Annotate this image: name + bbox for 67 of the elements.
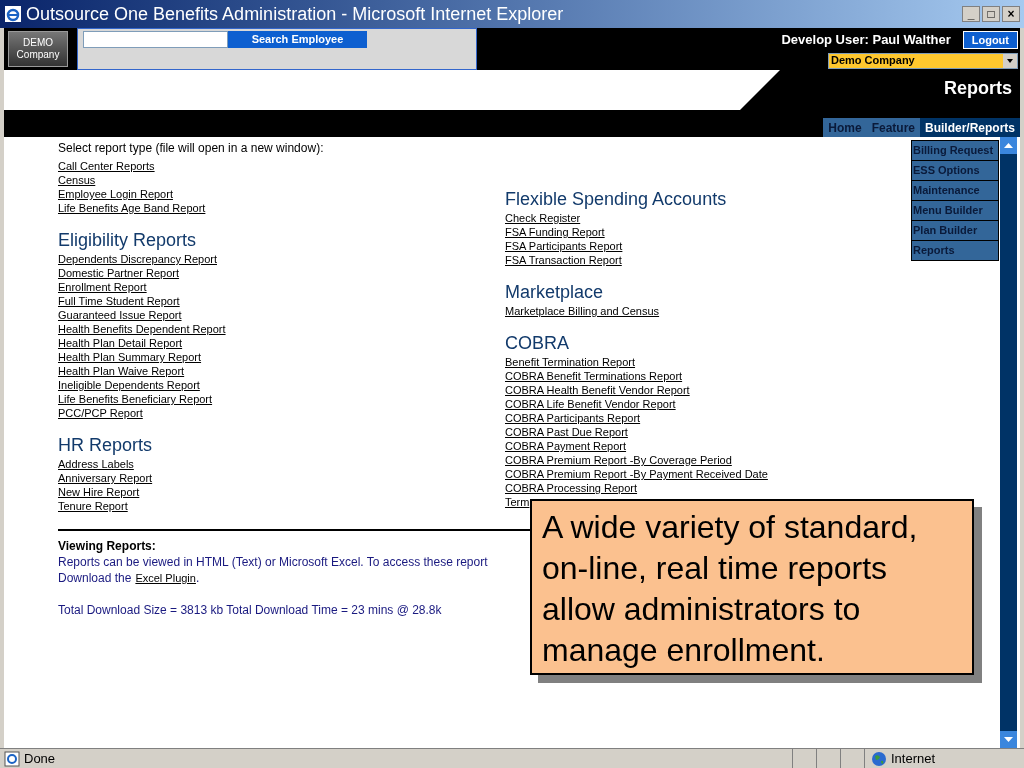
report-link[interactable]: Domestic Partner Report	[58, 266, 180, 280]
report-link[interactable]: FSA Funding Report	[505, 225, 605, 239]
report-link[interactable]: Life Benefits Age Band Report	[58, 201, 206, 215]
company-select[interactable]: Demo Company	[828, 52, 1018, 69]
nav-tab[interactable]: Builder/Reports	[920, 118, 1020, 137]
report-link[interactable]: Anniversary Report	[58, 471, 153, 485]
report-link[interactable]: COBRA Processing Report	[505, 481, 638, 495]
browser-icon	[4, 5, 22, 23]
report-link[interactable]: Health Plan Summary Report	[58, 350, 202, 364]
viewing-heading: Viewing Reports:	[58, 539, 157, 554]
report-link[interactable]: COBRA Health Benefit Vendor Report	[505, 383, 690, 397]
report-link[interactable]: Health Plan Detail Report	[58, 336, 183, 350]
report-link[interactable]: Address Labels	[58, 457, 134, 471]
company-logo: DEMO Company	[8, 31, 68, 67]
scroll-up-icon[interactable]	[1000, 137, 1017, 154]
search-field[interactable]	[83, 31, 228, 48]
maximize-button[interactable]: □	[982, 6, 1000, 22]
report-link[interactable]: COBRA Benefit Terminations Report	[505, 369, 683, 383]
download-text: Download the	[58, 570, 132, 586]
viewing-text: Reports can be viewed in HTML (Text) or Microsoft Excel. To access these report	[58, 554, 488, 570]
section-heading: HR Reports	[58, 434, 154, 456]
section-heading: Eligibility Reports	[58, 229, 198, 251]
report-link[interactable]: Census	[58, 173, 96, 187]
report-link[interactable]: Term	[505, 495, 530, 509]
report-link[interactable]: Life Benefits Beneficiary Report	[58, 392, 213, 406]
report-link[interactable]: Ineligible Dependents Report	[58, 378, 200, 392]
close-button[interactable]: ×	[1002, 6, 1020, 22]
section-heading: Marketplace	[505, 281, 605, 303]
report-link[interactable]: COBRA Past Due Report	[505, 425, 628, 439]
report-link[interactable]: Health Plan Waive Report	[58, 364, 185, 378]
report-link[interactable]: FSA Participants Report	[505, 239, 623, 253]
download-text-end: .	[195, 570, 200, 586]
report-link[interactable]: Benefit Termination Report	[505, 355, 636, 369]
window-title: Outsource One Benefits Administration - Microsoft Internet Explorer	[26, 2, 564, 26]
download-totals: Total Download Size = 3813 kb Total Download Time = 23 mins @ 28.8k	[58, 602, 442, 618]
user-name: Develop User: Paul Walther	[781, 31, 951, 49]
report-link[interactable]: Enrollment Report	[58, 280, 147, 294]
report-link[interactable]: COBRA Life Benefit Vendor Report	[505, 397, 676, 411]
report-link[interactable]: Employee Login Report	[58, 187, 173, 201]
report-link[interactable]: COBRA Payment Report	[505, 439, 627, 453]
report-link[interactable]: PCC/PCP Report	[58, 406, 143, 420]
page-icon	[4, 750, 20, 767]
report-link[interactable]: Health Benefits Dependent Report	[58, 322, 226, 336]
intro-text: Select report type (file will open in a new window):	[58, 141, 324, 156]
report-link[interactable]: Call Center Reports	[58, 159, 155, 173]
section-heading: Flexible Spending Accounts	[505, 188, 728, 210]
report-link[interactable]: Guaranteed Issue Report	[58, 308, 182, 322]
report-link[interactable]: COBRA Premium Report -By Payment Received Date	[505, 467, 768, 481]
section-heading: COBRA	[505, 332, 570, 354]
report-link[interactable]: Marketplace Billing and Census	[505, 304, 660, 318]
report-link[interactable]: Check Register	[505, 211, 581, 225]
minimize-button[interactable]: _	[962, 6, 980, 22]
report-link[interactable]: Tenure Report	[58, 499, 128, 513]
report-link[interactable]: Dependents Discrepancy Report	[58, 252, 217, 266]
report-link[interactable]: FSA Transaction Report	[505, 253, 622, 267]
report-link[interactable]: New Hire Report	[58, 485, 140, 499]
report-link[interactable]: COBRA Participants Report	[505, 411, 641, 425]
globe-icon	[871, 750, 887, 767]
logout-button[interactable]: Logout	[962, 30, 1018, 49]
page-title-banner: Reports	[740, 70, 1020, 110]
zone-text: Internet	[891, 749, 936, 768]
search-employee-button[interactable]: Search Employee	[228, 31, 367, 48]
scroll-down-icon[interactable]	[1000, 731, 1017, 748]
excel-plugin-link[interactable]: Excel Plugin	[135, 570, 196, 586]
report-link[interactable]: COBRA Premium Report -By Coverage Period	[505, 453, 732, 467]
status-text: Done	[24, 749, 56, 768]
report-link[interactable]: Full Time Student Report	[58, 294, 180, 308]
